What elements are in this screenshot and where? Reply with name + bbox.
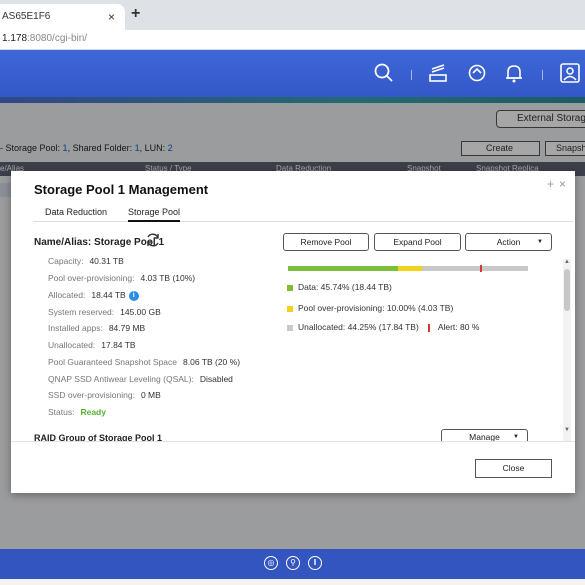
storage-pool-dialog: + × Storage Pool 1 Management Data Reduc…	[11, 171, 575, 493]
legend-unallocated-swatch	[287, 324, 293, 331]
info-icon[interactable]: i	[128, 290, 139, 301]
info-allocated: Allocated: 18.44 TB i	[48, 290, 139, 301]
address-bar[interactable]: 1.178:8080/cgi-bin/	[0, 30, 585, 50]
sync-icon[interactable]	[466, 62, 488, 84]
browser-tab[interactable]: AS65E1F6 ×	[0, 4, 125, 30]
close-icon[interactable]: ×	[559, 177, 566, 191]
dialog-title: Storage Pool 1 Management	[34, 182, 209, 197]
dialog-scrollbar[interactable]: ▲ ▼	[563, 259, 571, 441]
refresh-icon[interactable]	[145, 232, 161, 248]
dialog-content[interactable]: Name/Alias: Storage Pool 1 Capacity: 40.3…	[11, 223, 575, 441]
search-apps-icon[interactable]: ⚲	[286, 556, 300, 570]
info-capacity: Capacity: 40.31 TB	[48, 256, 124, 266]
manage-dropdown[interactable]: Manage ▼	[441, 429, 528, 441]
scroll-down-icon[interactable]: ▼	[564, 427, 570, 433]
address-host: 1.178	[2, 33, 28, 44]
user-icon[interactable]	[559, 62, 581, 84]
bell-icon[interactable]	[503, 62, 525, 84]
info-status: Status: Ready	[48, 407, 106, 417]
scroll-up-icon[interactable]: ▲	[564, 259, 570, 265]
close-button[interactable]: Close	[475, 459, 552, 478]
browser-tab-bar: AS65E1F6 × +	[0, 0, 585, 30]
bottom-strip	[0, 579, 585, 585]
address-path: :8080/cgi-bin/	[27, 33, 88, 44]
info-ssd-overprovisioning: SSD over-provisioning: 0 MB	[48, 390, 161, 400]
bottom-taskbar: ◎ ⚲ ‖	[0, 549, 585, 579]
remove-pool-button[interactable]: Remove Pool	[283, 233, 369, 251]
app-header	[0, 50, 585, 97]
dialog-tabs: Data Reduction Storage Pool	[33, 204, 573, 222]
info-snapshot-space: Pool Guaranteed Snapshot Space 8.06 TB (2…	[48, 357, 241, 367]
info-pool-overprovisioning: Pool over-provisioning: 4.03 TB (10%)	[48, 273, 196, 283]
tasks-icon[interactable]	[427, 62, 449, 84]
dialog-footer: Close	[11, 441, 575, 493]
maximize-icon[interactable]: +	[547, 177, 554, 191]
legend-unallocated: Unallocated: 44.25% (17.84 TB) Alert: 80 …	[287, 322, 479, 332]
browser-tab-title: AS65E1F6	[2, 11, 51, 22]
pause-icon[interactable]: ‖	[308, 556, 322, 570]
info-qsal: QNAP SSD Antiwear Leveling (QSAL): Disabl…	[48, 374, 233, 384]
manage-label: Manage	[469, 432, 500, 441]
desktop-icon[interactable]: ◎	[264, 556, 278, 570]
alert-threshold-marker	[480, 265, 482, 272]
usage-overprov-segment	[397, 266, 422, 271]
action-dropdown[interactable]: Action ▼	[465, 233, 552, 251]
pool-usage-bar	[288, 265, 528, 272]
raid-group-title: RAID Group of Storage Pool 1	[34, 433, 163, 441]
legend-overprov: Pool over-provisioning: 10.00% (4.03 TB)	[287, 303, 453, 313]
header-separator	[411, 70, 412, 80]
action-label: Action	[496, 237, 521, 247]
usage-data-segment	[288, 266, 398, 271]
chevron-down-icon: ▼	[513, 434, 519, 440]
legend-alert-marker	[427, 323, 430, 332]
tab-storage-pool[interactable]: Storage Pool	[128, 207, 181, 222]
legend-overprov-swatch	[287, 305, 293, 312]
legend-data-swatch	[287, 284, 293, 291]
legend-data: Data: 45.74% (18.44 TB)	[287, 282, 392, 292]
info-unallocated: Unallocated: 17.84 TB	[48, 340, 136, 350]
expand-pool-button[interactable]: Expand Pool	[374, 233, 461, 251]
new-tab-button[interactable]: +	[131, 5, 140, 23]
info-installed-apps: Installed apps: 84.79 MB	[48, 323, 146, 333]
header-separator	[542, 70, 543, 80]
scroll-thumb[interactable]	[564, 269, 570, 311]
chevron-down-icon: ▼	[537, 239, 543, 245]
info-system-reserved: System reserved: 145.00 GB	[48, 307, 161, 317]
search-icon[interactable]	[373, 62, 395, 84]
tab-close-icon[interactable]: ×	[108, 10, 115, 24]
tab-data-reduction[interactable]: Data Reduction	[45, 207, 107, 217]
